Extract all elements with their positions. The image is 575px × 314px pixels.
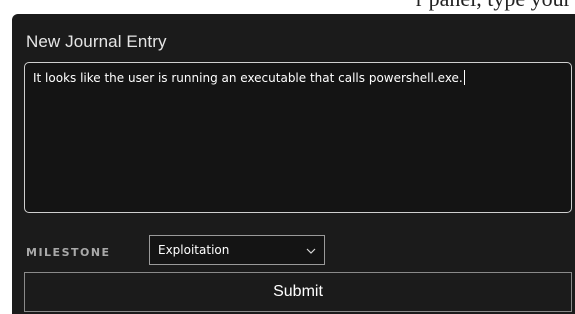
- text-caret: [463, 70, 465, 85]
- background-document-strip: r panel, type your: [0, 0, 575, 14]
- submit-button[interactable]: Submit: [24, 272, 572, 312]
- journal-entry-panel: New Journal Entry It looks like the user…: [12, 14, 575, 314]
- milestone-selected-value: Exploitation: [158, 243, 230, 257]
- chevron-down-icon: [306, 245, 316, 255]
- clipped-background-text: r panel, type your: [416, 0, 571, 12]
- journal-entry-text: It looks like the user is running an exe…: [33, 71, 463, 85]
- milestone-select[interactable]: Exploitation: [149, 235, 325, 265]
- panel-title: New Journal Entry: [26, 32, 167, 51]
- milestone-label: MILESTONE: [26, 246, 111, 259]
- journal-entry-textarea[interactable]: It looks like the user is running an exe…: [24, 62, 572, 213]
